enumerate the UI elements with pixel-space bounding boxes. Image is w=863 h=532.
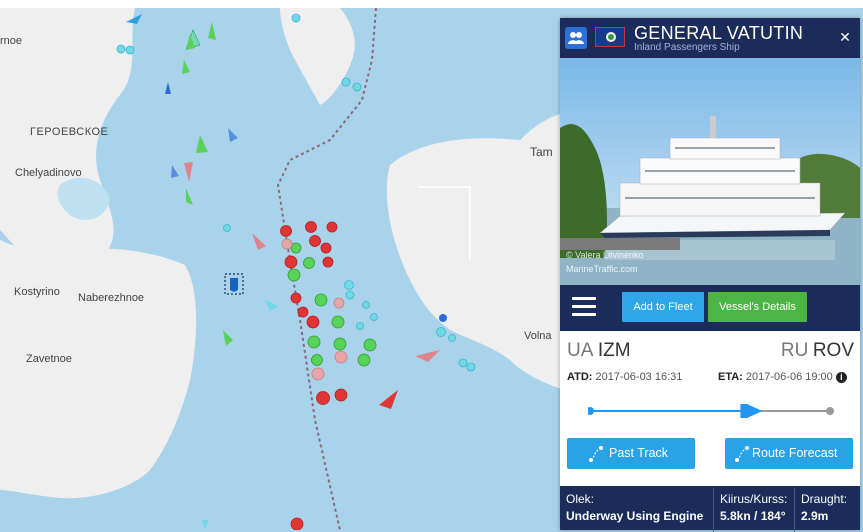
tug-marker [125,45,135,55]
ship-position-arrow-icon [740,404,763,418]
vessel-marker [311,367,325,381]
photo-credit: © Valera Litvinenko [566,250,644,260]
info-icon[interactable]: i [835,371,847,383]
tanker-marker [322,256,334,268]
eta-label: ETA: [718,371,743,383]
place-label: Kostyrino [14,286,60,298]
navigation-status: Olek: Underway Using Engine [566,492,706,523]
vessel-marker [281,238,293,250]
past-track-button[interactable]: Past Track [567,438,695,469]
voyage-progress [588,404,834,418]
close-icon[interactable]: ✕ [836,26,854,48]
atd-label: ATD: [567,371,593,383]
crew-icon[interactable] [565,27,587,49]
draught-key: Draught: [801,492,848,506]
tanker-marker [297,306,309,318]
hamburger-icon[interactable] [572,297,596,319]
place-label: Zavetnoe [26,353,72,365]
cargo-marker [331,315,345,329]
speed-value: 5.8kn / 184° [720,509,786,523]
tanker-marker [290,292,302,304]
progress-start-dot [588,407,594,415]
tug-marker [344,280,354,290]
tug-marker [436,327,446,337]
tug-marker [345,290,355,300]
departure-country: UA [567,340,594,361]
route-forecast-button[interactable]: Route Forecast [725,438,853,469]
atd-value: 2017-06-03 16:31 [595,371,683,383]
place-label: Tam [530,145,553,159]
tanker-marker [280,225,292,237]
add-to-fleet-button[interactable]: Add to Fleet [622,292,704,322]
arrival-port[interactable]: RU ROV [781,340,854,362]
tanker-marker [290,517,304,530]
vessel-name: GENERAL VATUTIN [634,23,804,43]
status-bar: Olek: Underway Using Engine Kiirus/Kurss… [560,486,860,532]
tug-marker [448,334,456,342]
passenger-marker [439,314,447,322]
tug-marker [116,44,126,54]
tug-marker [362,301,370,309]
vessel-details-button[interactable]: Vessel's Details [708,292,807,322]
cargo-marker [287,268,301,282]
photo-credit: MarineTraffic.com [566,264,638,274]
place-label: rnoe [0,35,23,47]
vessel-marker [333,297,345,309]
tug-marker [223,224,231,232]
tug-marker [466,362,476,372]
cargo-marker [290,242,302,254]
eta-info: ETA: 2017-06-06 19:00 i [718,371,847,383]
vessel-info-panel: GENERAL VATUTIN Inland Passengers Ship ✕ [560,18,860,532]
draught-value: 2.9m [801,509,829,523]
tanker-marker [326,221,338,233]
status-key: Olek: [566,492,595,506]
speed-course: Kiirus/Kurss: 5.8kn / 184° [713,488,787,532]
past-track-label: Past Track [609,446,669,460]
atd-info: ATD: 2017-06-03 16:31 [567,371,682,383]
cargo-marker [307,335,321,349]
progress-end-dot [826,407,834,415]
arrival-country: RU [780,340,809,361]
tanker-marker [316,391,330,405]
departure-port-code: IZM [597,340,631,361]
cargo-marker [333,337,347,351]
route-forecast-label: Route Forecast [752,446,838,460]
panel-toolbar: Add to Fleet Vessel's Details [560,285,860,331]
eta-value: 2017-06-06 19:00 [745,371,833,383]
tanker-marker [309,235,321,247]
cargo-marker [363,338,377,352]
tug-marker [291,13,301,23]
panel-header: GENERAL VATUTIN Inland Passengers Ship ✕ [560,18,860,58]
cargo-marker [311,354,323,366]
place-label: ГЕРОЕВСКОЕ [30,126,109,138]
tug-marker [356,322,364,330]
place-label: Volna [524,330,552,342]
tanker-marker [334,388,348,402]
status-value: Underway Using Engine [566,509,704,523]
tanker-marker [306,315,320,329]
place-label: Chelyadinovo [15,167,82,179]
cargo-marker [357,353,371,367]
route-icon [735,446,749,462]
place-label: Naberezhnoe [78,292,145,304]
selected-vessel-icon [230,278,238,292]
tug-marker [458,358,468,368]
cargo-marker [303,257,315,269]
vessel-type: Inland Passengers Ship [634,42,740,53]
arrival-port-code: ROV [812,340,854,361]
tanker-marker [284,255,298,269]
tug-marker [370,313,378,321]
draught: Draught: 2.9m [794,488,847,532]
tanker-marker [305,221,317,233]
track-icon [589,446,603,462]
tug-marker [341,77,351,87]
vessel-marker [334,350,348,364]
speed-key: Kiirus/Kurss: [720,492,788,506]
tanker-marker [320,242,332,254]
departure-port[interactable]: UA IZM [567,340,631,362]
tug-marker [352,82,362,92]
top-bar [0,0,863,8]
belize-flag-icon [595,27,625,47]
cargo-marker [314,293,328,307]
